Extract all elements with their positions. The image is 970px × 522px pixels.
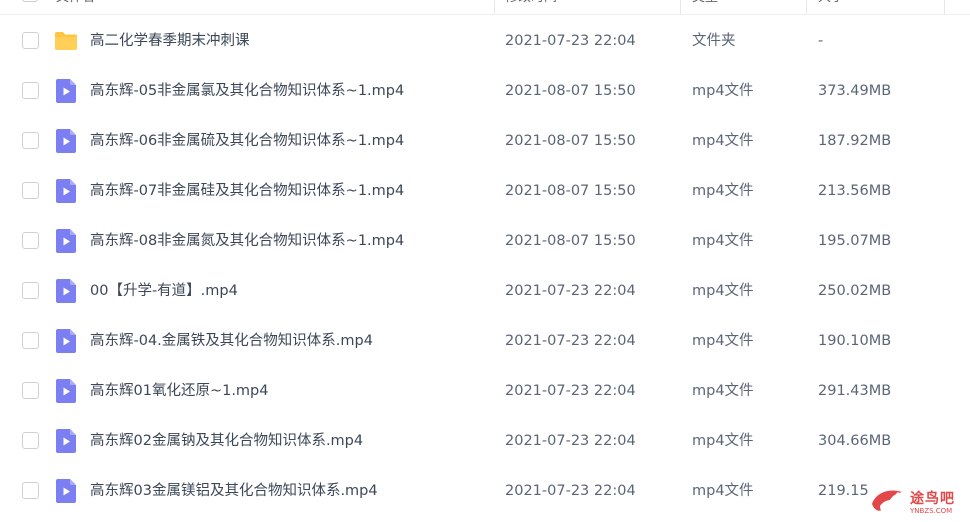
file-type: mp4文件 (692, 483, 754, 499)
video-file-icon (54, 228, 78, 254)
video-file-icon (54, 478, 78, 504)
file-browser: 文件名 修改时间 ▼ 类型 大小 高二化学春季期末冲刺课 2021-07-23 2… (0, 0, 970, 522)
file-modified-date: 2021-08-07 15:50 (505, 183, 636, 199)
file-row[interactable]: 高东辉02金属钠及其化合物知识体系.mp4 2021-07-23 22:04 mp4… (0, 416, 970, 466)
file-name[interactable]: 高东辉-04.金属铁及其化合物知识体系.mp4 (90, 316, 373, 366)
file-row[interactable]: 00【升学-有道】.mp4 2021-07-23 22:04 mp4文件 250.02… (0, 266, 970, 316)
select-all-checkbox[interactable] (22, 0, 38, 2)
file-size: - (818, 33, 824, 49)
video-file-icon (54, 328, 78, 354)
file-type: mp4文件 (692, 433, 754, 449)
file-name[interactable]: 高东辉-08非金属氮及其化合物知识体系~1.mp4 (90, 216, 404, 266)
column-name-header[interactable]: 文件名 (56, 0, 95, 14)
column-divider[interactable] (494, 0, 495, 14)
file-list: 高二化学春季期末冲刺课 2021-07-23 22:04 文件夹 - 高东辉-05非金属… (0, 16, 970, 516)
watermark-logo: 途鸟吧 YNBZS.COM (868, 484, 968, 520)
row-checkbox[interactable] (22, 232, 39, 249)
file-size: 190.10MB (818, 333, 892, 349)
file-name[interactable]: 高二化学春季期末冲刺课 (90, 16, 250, 66)
video-file-icon (54, 428, 78, 454)
row-checkbox[interactable] (22, 382, 39, 399)
column-type-header[interactable]: 类型 (692, 0, 718, 14)
file-size: 304.66MB (818, 433, 892, 449)
file-row[interactable]: 高东辉-07非金属硅及其化合物知识体系~1.mp4 2021-08-07 15:5… (0, 166, 970, 216)
row-checkbox[interactable] (22, 82, 39, 99)
column-header: 文件名 修改时间 ▼ 类型 大小 (0, 0, 970, 15)
file-name[interactable]: 高东辉-05非金属氯及其化合物知识体系~1.mp4 (90, 66, 404, 116)
file-row[interactable]: 高东辉-05非金属氯及其化合物知识体系~1.mp4 2021-08-07 15:5… (0, 66, 970, 116)
file-size: 187.92MB (818, 133, 892, 149)
file-modified-date: 2021-07-23 22:04 (505, 383, 636, 399)
file-modified-date: 2021-08-07 15:50 (505, 133, 636, 149)
file-name[interactable]: 高东辉-06非金属硫及其化合物知识体系~1.mp4 (90, 116, 404, 166)
row-checkbox[interactable] (22, 132, 39, 149)
file-size: 291.43MB (818, 383, 892, 399)
file-size: 373.49MB (818, 83, 892, 99)
column-divider[interactable] (680, 0, 681, 14)
file-type: mp4文件 (692, 233, 754, 249)
file-modified-date: 2021-07-23 22:04 (505, 333, 636, 349)
file-name[interactable]: 高东辉02金属钠及其化合物知识体系.mp4 (90, 416, 363, 466)
file-type: mp4文件 (692, 283, 754, 299)
row-checkbox[interactable] (22, 182, 39, 199)
watermark-text: 途鸟吧 (910, 491, 955, 507)
video-file-icon (54, 178, 78, 204)
row-checkbox[interactable] (22, 32, 39, 49)
file-name[interactable]: 高东辉01氧化还原~1.mp4 (90, 366, 269, 416)
column-size-header[interactable]: 大小 (818, 0, 844, 14)
file-size: 213.56MB (818, 183, 892, 199)
file-row[interactable]: 高二化学春季期末冲刺课 2021-07-23 22:04 文件夹 - (0, 16, 970, 66)
row-checkbox[interactable] (22, 432, 39, 449)
video-file-icon (54, 378, 78, 404)
file-modified-date: 2021-07-23 22:04 (505, 283, 636, 299)
file-type: mp4文件 (692, 133, 754, 149)
file-modified-date: 2021-08-07 15:50 (505, 233, 636, 249)
row-checkbox[interactable] (22, 332, 39, 349)
folder-icon (54, 28, 78, 54)
file-type: mp4文件 (692, 183, 754, 199)
video-file-icon (54, 78, 78, 104)
file-modified-date: 2021-08-07 15:50 (505, 83, 636, 99)
file-size: 195.07MB (818, 233, 892, 249)
file-modified-date: 2021-07-23 22:04 (505, 483, 636, 499)
file-name[interactable]: 高东辉-07非金属硅及其化合物知识体系~1.mp4 (90, 166, 404, 216)
file-type: mp4文件 (692, 333, 754, 349)
file-row[interactable]: 高东辉-08非金属氮及其化合物知识体系~1.mp4 2021-08-07 15:5… (0, 216, 970, 266)
file-type: 文件夹 (692, 33, 736, 49)
file-name[interactable]: 高东辉03金属镁铝及其化合物知识体系.mp4 (90, 466, 378, 516)
file-size: 250.02MB (818, 283, 892, 299)
watermark-bird-icon (872, 490, 902, 513)
file-size: 219.15 (818, 483, 869, 499)
column-divider[interactable] (944, 0, 945, 14)
watermark-subtext: YNBZS.COM (910, 507, 953, 515)
video-file-icon (54, 128, 78, 154)
row-checkbox[interactable] (22, 482, 39, 499)
file-modified-date: 2021-07-23 22:04 (505, 433, 636, 449)
file-name[interactable]: 00【升学-有道】.mp4 (90, 266, 238, 316)
video-file-icon (54, 278, 78, 304)
file-row[interactable]: 高东辉-06非金属硫及其化合物知识体系~1.mp4 2021-08-07 15:5… (0, 116, 970, 166)
column-date-header[interactable]: 修改时间 (505, 0, 557, 14)
column-divider[interactable] (806, 0, 807, 14)
file-type: mp4文件 (692, 83, 754, 99)
file-type: mp4文件 (692, 383, 754, 399)
file-row[interactable]: 高东辉03金属镁铝及其化合物知识体系.mp4 2021-07-23 22:04 mp… (0, 466, 970, 516)
row-checkbox[interactable] (22, 282, 39, 299)
file-row[interactable]: 高东辉-04.金属铁及其化合物知识体系.mp4 2021-07-23 22:04 m… (0, 316, 970, 366)
file-modified-date: 2021-07-23 22:04 (505, 33, 636, 49)
file-row[interactable]: 高东辉01氧化还原~1.mp4 2021-07-23 22:04 mp4文件 291.… (0, 366, 970, 416)
